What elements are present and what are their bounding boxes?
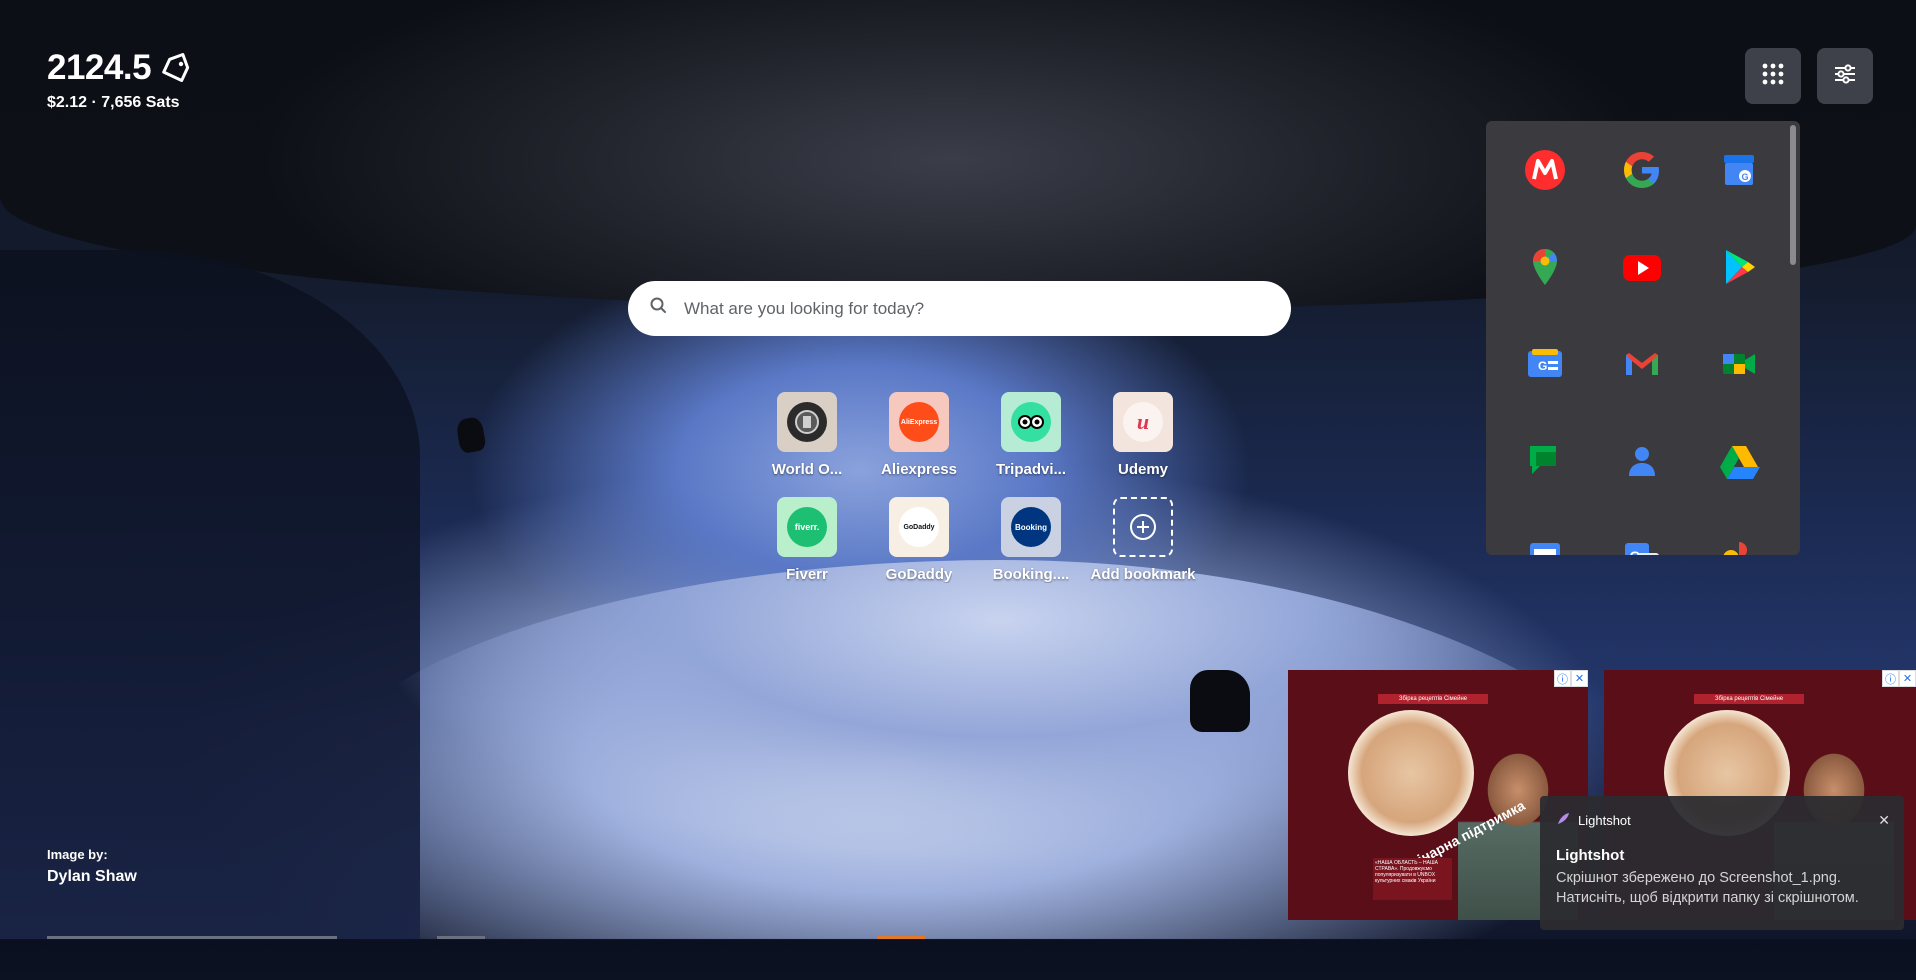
godaddy-icon: GoDaddy <box>889 497 949 557</box>
image-credit-name[interactable]: Dylan Shaw <box>47 868 137 886</box>
app-google-photos[interactable] <box>1690 509 1787 555</box>
ad-pie-image <box>1348 710 1474 836</box>
bookmark-aliexpress[interactable]: AliExpress Aliexpress <box>863 392 975 478</box>
app-google-contacts[interactable] <box>1593 412 1690 509</box>
bookmark-label: Tripadvi... <box>995 461 1067 478</box>
apps-panel[interactable]: G G 31 G <box>1486 121 1800 555</box>
udemy-icon: u <box>1113 392 1173 452</box>
notification-title: Lightshot <box>1556 847 1625 864</box>
svg-text:G: G <box>1741 172 1748 182</box>
google-translate-icon: G <box>1624 542 1659 556</box>
background-person-figure <box>455 416 487 454</box>
tag-icon <box>159 52 191 84</box>
ad-close-icon[interactable]: ✕ <box>1571 670 1588 687</box>
image-credit-label: Image by: <box>47 847 108 862</box>
app-google-business[interactable]: G <box>1690 121 1787 218</box>
app-google-meet[interactable] <box>1690 315 1787 412</box>
youtube-icon <box>1622 254 1661 281</box>
ad-close-icon[interactable]: ✕ <box>1899 670 1916 687</box>
ad-header: Збірка рецептів Сімейне <box>1694 694 1804 704</box>
bookmark-label: GoDaddy <box>885 566 953 583</box>
bookmark-label: Fiverr <box>786 566 828 583</box>
fiverr-icon: fiverr. <box>777 497 837 557</box>
app-google-translate[interactable]: G <box>1593 509 1690 555</box>
close-icon[interactable]: ✕ <box>1878 812 1890 829</box>
google-icon <box>1623 151 1659 188</box>
ad-info-icon[interactable]: ⓘ <box>1554 670 1571 687</box>
bookmark-label: World O... <box>771 461 843 478</box>
bookmark-udemy[interactable]: u Udemy <box>1087 392 1199 478</box>
booking-icon: Booking <box>1001 497 1061 557</box>
bookmark-tripadvisor[interactable]: Tripadvi... <box>975 392 1087 478</box>
search-input[interactable] <box>682 297 1246 320</box>
add-bookmark-button[interactable]: Add bookmark <box>1087 497 1199 583</box>
google-contacts-icon <box>1628 446 1655 476</box>
search-bar[interactable] <box>628 281 1291 336</box>
google-news-icon: G <box>1527 348 1562 377</box>
bookmark-label: Booking.... <box>992 566 1070 583</box>
app-google-calendar[interactable]: 31 <box>1496 509 1593 555</box>
ad-body-text: «НАША ОБЛАСТЬ – НАША СТРАВА». Продовжуєм… <box>1373 858 1452 900</box>
bookmark-world-of-tanks[interactable]: World O... <box>751 392 863 478</box>
background-snowmobile-figure <box>1190 670 1250 732</box>
mail-ru-icon <box>1524 149 1565 190</box>
google-meet-icon <box>1722 353 1755 374</box>
notification-app-name: Lightshot <box>1578 813 1631 828</box>
settings-button[interactable] <box>1817 48 1873 104</box>
app-youtube[interactable] <box>1593 218 1690 315</box>
image-credit: Image by: Dylan Shaw <box>47 847 137 886</box>
bookmark-fiverr[interactable]: fiverr. Fiverr <box>751 497 863 583</box>
bookmark-godaddy[interactable]: GoDaddy GoDaddy <box>863 497 975 583</box>
score-value: 2124.5 <box>47 48 152 87</box>
svg-text:G: G <box>1629 548 1640 556</box>
svg-text:31: 31 <box>1538 554 1552 556</box>
google-maps-icon <box>1532 248 1557 285</box>
ad-info-icon[interactable]: ⓘ <box>1882 670 1899 687</box>
app-google-chat[interactable] <box>1496 412 1593 509</box>
grid-dots-icon <box>1762 63 1784 90</box>
bookmarks-grid: World O... AliExpress Aliexpress Tripadv… <box>751 392 1199 583</box>
search-icon <box>628 295 670 322</box>
feather-icon <box>1556 812 1570 829</box>
app-gmail[interactable] <box>1593 315 1690 412</box>
google-photos-icon <box>1722 541 1747 555</box>
ad-header: Збірка рецептів Сімейне <box>1378 694 1488 704</box>
google-calendar-icon: 31 <box>1529 542 1560 556</box>
app-google-drive[interactable] <box>1690 412 1787 509</box>
apps-panel-scrollbar[interactable] <box>1790 125 1796 265</box>
app-google[interactable] <box>1593 121 1690 218</box>
score-subtitle: $2.12 · 7,656 Sats <box>47 94 180 111</box>
plus-circle-icon <box>1113 497 1173 557</box>
app-google-play[interactable] <box>1690 218 1787 315</box>
aliexpress-icon: AliExpress <box>889 392 949 452</box>
tripadvisor-icon <box>1001 392 1061 452</box>
google-business-icon: G <box>1723 154 1754 185</box>
bookmark-label: Udemy <box>1117 461 1169 478</box>
google-chat-icon <box>1529 445 1556 474</box>
bookmark-label: Aliexpress <box>881 461 957 478</box>
gmail-icon <box>1625 352 1658 375</box>
score-widget[interactable]: 2124.5 $2.12 · 7,656 Sats <box>47 48 191 112</box>
bookmark-booking[interactable]: Booking Booking.... <box>975 497 1087 583</box>
notification-body: Скрішнот збережено до Screenshot_1.png. … <box>1556 870 1859 906</box>
app-google-maps[interactable] <box>1496 218 1593 315</box>
bookmark-label: Add bookmark <box>1090 566 1196 583</box>
google-play-icon <box>1725 249 1755 284</box>
svg-text:G: G <box>1538 359 1547 373</box>
app-mail-ru[interactable] <box>1496 121 1593 218</box>
sliders-icon <box>1833 63 1857 90</box>
google-drive-icon <box>1719 445 1760 479</box>
toast-notification[interactable]: Lightshot ✕ Lightshot Скрішнот збережено… <box>1540 796 1904 930</box>
app-google-news[interactable]: G <box>1496 315 1593 412</box>
apps-button[interactable] <box>1745 48 1801 104</box>
world-of-tanks-icon <box>777 392 837 452</box>
